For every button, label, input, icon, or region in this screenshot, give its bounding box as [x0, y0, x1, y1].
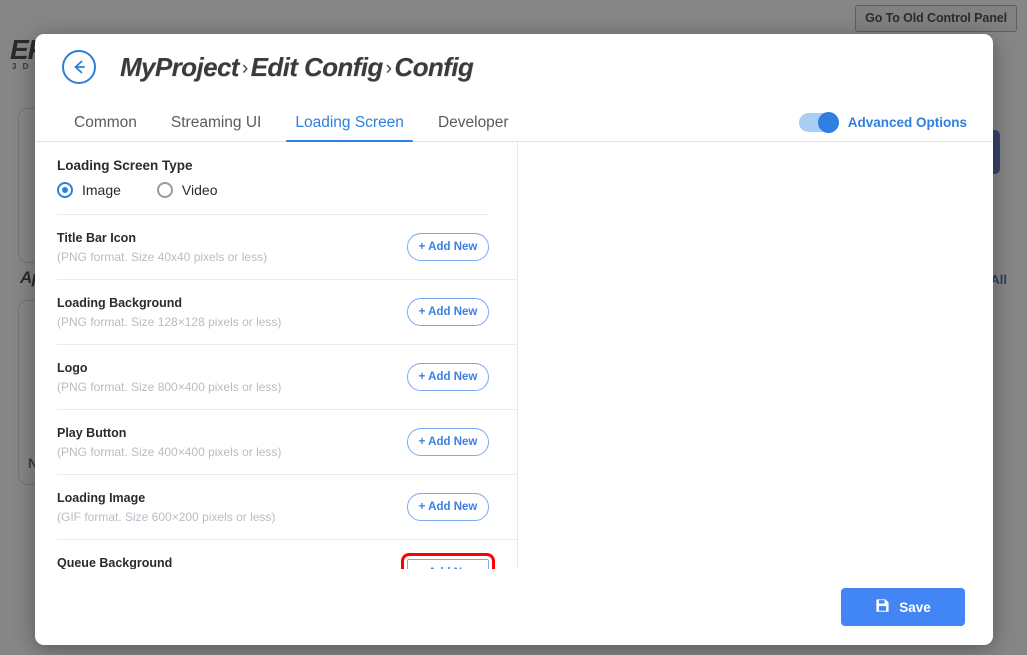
asset-row-logo: Logo (PNG format. Size 800×400 pixels or… — [57, 345, 517, 410]
add-new-button-title-bar-icon[interactable]: + Add New — [407, 233, 489, 261]
asset-row-queue-background: Queue Background (PNG format. Size 128×1… — [57, 540, 517, 569]
breadcrumb-section[interactable]: Edit Config — [251, 52, 384, 82]
save-icon — [875, 598, 890, 616]
breadcrumb-project[interactable]: MyProject — [120, 52, 239, 82]
asset-text: Logo (PNG format. Size 800×400 pixels or… — [57, 361, 281, 394]
breadcrumb-separator-1: › — [241, 57, 248, 79]
asset-row-play-button: Play Button (PNG format. Size 400×400 pi… — [57, 410, 517, 475]
back-arrow-icon[interactable] — [62, 50, 96, 84]
modal-header: MyProject › Edit Config › Config — [35, 34, 993, 100]
loading-screen-type-label: Loading Screen Type — [57, 158, 193, 173]
radio-option-video[interactable]: Video — [156, 182, 218, 198]
breadcrumb-page: Config — [394, 51, 474, 82]
add-new-button-logo[interactable]: + Add New — [407, 363, 489, 391]
asset-hint: (PNG format. Size 128×128 pixels or less… — [57, 314, 282, 329]
asset-text: Loading Image (GIF format. Size 600×200 … — [57, 491, 275, 524]
radio-icon-video — [156, 182, 173, 198]
preview-column — [518, 142, 993, 569]
radio-label-video: Video — [181, 182, 218, 198]
tab-loading-screen[interactable]: Loading Screen — [278, 114, 421, 142]
add-new-button-loading-image[interactable]: + Add New — [407, 493, 489, 521]
radio-label-image: Image — [82, 182, 121, 198]
radio-option-image[interactable]: Image — [57, 182, 121, 198]
save-button-label: Save — [899, 599, 931, 615]
asset-hint: (PNG format. Size 40x40 pixels or less) — [57, 249, 268, 264]
asset-name: Title Bar Icon — [57, 230, 136, 245]
asset-hint: (GIF format. Size 600×200 pixels or less… — [57, 509, 276, 524]
asset-hint: (PNG format. Size 400×400 pixels or less… — [57, 444, 282, 459]
modal-body: Loading Screen Type Image Video Title Ba… — [35, 142, 993, 569]
asset-row-title-bar-icon: Title Bar Icon (PNG format. Size 40x40 p… — [57, 215, 517, 280]
asset-name: Loading Background — [57, 295, 182, 310]
tab-developer[interactable]: Developer — [421, 114, 526, 141]
tab-common[interactable]: Common — [57, 114, 154, 141]
radio-icon-image — [57, 182, 73, 198]
tab-streaming-ui[interactable]: Streaming UI — [154, 114, 278, 141]
asset-text: Title Bar Icon (PNG format. Size 40x40 p… — [57, 231, 267, 264]
add-new-button-play-button[interactable]: + Add New — [407, 428, 489, 456]
advanced-options-toggle[interactable] — [798, 112, 839, 133]
add-new-button-loading-background[interactable]: + Add New — [407, 298, 489, 326]
asset-name: Queue Background — [57, 556, 173, 569]
asset-name: Loading Image — [57, 490, 146, 505]
asset-name: Logo — [57, 360, 88, 375]
advanced-options-label: Advanced Options — [847, 115, 967, 130]
config-modal: MyProject › Edit Config › Config Common Stre… — [35, 34, 993, 645]
asset-hint: (PNG format. Size 800×400 pixels or less… — [57, 379, 282, 394]
asset-row-loading-background: Loading Background (PNG format. Size 128… — [57, 280, 517, 345]
asset-text: Queue Background (PNG format. Size 128×1… — [57, 556, 281, 569]
breadcrumb: MyProject › Edit Config › Config — [120, 51, 474, 83]
breadcrumb-separator-2: › — [385, 57, 392, 79]
add-new-button-queue-background[interactable]: + Add New — [401, 552, 495, 569]
advanced-options-control[interactable]: Advanced Options — [798, 112, 967, 133]
modal-footer: Save — [35, 569, 993, 645]
page-root: EP 3 D Go To Old Control Panel Applicati… — [0, 0, 1027, 655]
asset-row-loading-image: Loading Image (GIF format. Size 600×200 … — [57, 475, 517, 540]
tab-bar: Common Streaming UI Loading Screen Devel… — [35, 100, 993, 142]
loading-screen-type-radio-group: Image Video — [57, 182, 489, 215]
save-button[interactable]: Save — [841, 588, 965, 626]
asset-text: Play Button (PNG format. Size 400×400 pi… — [57, 426, 281, 459]
asset-text: Loading Background (PNG format. Size 128… — [57, 296, 281, 329]
asset-name: Play Button — [57, 425, 127, 440]
loading-screen-settings-column: Loading Screen Type Image Video Title Ba… — [35, 142, 518, 569]
